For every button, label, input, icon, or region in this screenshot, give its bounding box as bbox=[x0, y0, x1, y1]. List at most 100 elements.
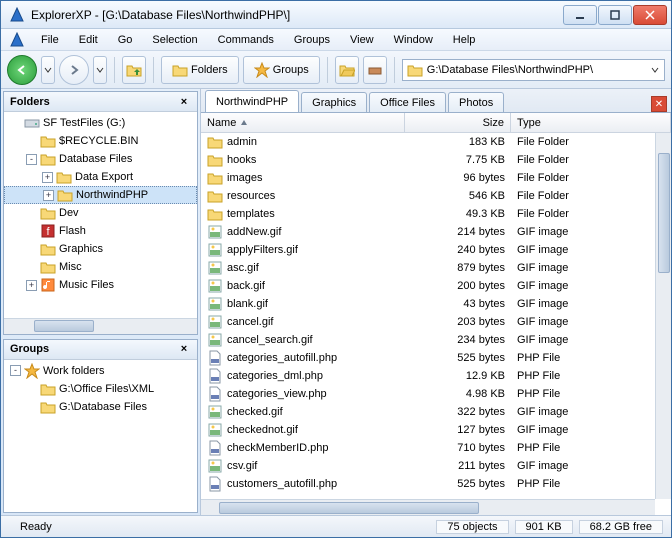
file-row[interactable]: checkednot.gif127 bytesGIF image bbox=[201, 421, 671, 439]
folder-open-icon bbox=[339, 62, 355, 78]
file-row[interactable]: applyFilters.gif240 bytesGIF image bbox=[201, 241, 671, 259]
chevron-down-icon bbox=[44, 66, 52, 74]
file-row[interactable]: categories_autofill.php525 bytesPHP File bbox=[201, 349, 671, 367]
file-row[interactable]: categories_view.php4.98 KBPHP File bbox=[201, 385, 671, 403]
tree-item[interactable]: SF TestFiles (G:) bbox=[4, 114, 197, 132]
folders-label: Folders bbox=[191, 64, 228, 76]
folders-panel-close[interactable]: × bbox=[177, 96, 191, 108]
tree-item[interactable]: +NorthwindPHP bbox=[4, 186, 197, 204]
groups-panel-close[interactable]: × bbox=[177, 343, 191, 355]
close-button[interactable] bbox=[633, 5, 667, 25]
file-row[interactable]: images96 bytesFile Folder bbox=[201, 169, 671, 187]
app-window: ExplorerXP - [G:\Database Files\Northwin… bbox=[0, 0, 672, 538]
file-row[interactable]: hooks7.75 KBFile Folder bbox=[201, 151, 671, 169]
up-button[interactable] bbox=[122, 56, 146, 84]
folder-icon bbox=[407, 62, 423, 78]
main-area: NorthwindPHP Graphics Office Files Photo… bbox=[201, 89, 671, 515]
tool-button[interactable] bbox=[363, 56, 387, 84]
file-row[interactable]: admin183 KBFile Folder bbox=[201, 133, 671, 151]
tree-item[interactable]: fFlash bbox=[4, 222, 197, 240]
tab-3[interactable]: Photos bbox=[448, 92, 504, 112]
folders-icon bbox=[172, 62, 188, 78]
folders-panel-title: Folders bbox=[10, 96, 50, 108]
statusbar: Ready 75 objects 901 KB 68.2 GB free bbox=[1, 515, 671, 537]
minimize-button[interactable] bbox=[563, 5, 597, 25]
menu-go[interactable]: Go bbox=[110, 32, 141, 48]
sort-asc-icon bbox=[240, 119, 248, 127]
groups-toggle[interactable]: Groups bbox=[243, 56, 320, 84]
tab-2[interactable]: Office Files bbox=[369, 92, 446, 112]
groups-panel-title: Groups bbox=[10, 343, 49, 355]
folder-up-icon bbox=[126, 62, 142, 78]
tree-item[interactable]: +Data Export bbox=[4, 168, 197, 186]
arrow-right-icon bbox=[67, 63, 81, 77]
groups-panel-header: Groups × bbox=[4, 340, 197, 360]
menu-file[interactable]: File bbox=[33, 32, 67, 48]
file-row[interactable]: csv.gif211 bytesGIF image bbox=[201, 457, 671, 475]
body: Folders × SF TestFiles (G:)$RECYCLE.BIN-… bbox=[1, 89, 671, 515]
tree-item[interactable]: Graphics bbox=[4, 240, 197, 258]
window-title: ExplorerXP - [G:\Database Files\Northwin… bbox=[31, 8, 563, 22]
status-ready: Ready bbox=[9, 520, 63, 534]
tree-item[interactable]: Dev bbox=[4, 204, 197, 222]
list-header: Name Size Type bbox=[201, 113, 671, 133]
tree-item[interactable]: G:\Database Files bbox=[4, 398, 197, 416]
file-row[interactable]: resources546 KBFile Folder bbox=[201, 187, 671, 205]
col-type[interactable]: Type bbox=[511, 113, 671, 132]
tree-item[interactable]: -Database Files bbox=[4, 150, 197, 168]
address-dropdown[interactable] bbox=[648, 61, 662, 79]
file-row[interactable]: cancel.gif203 bytesGIF image bbox=[201, 313, 671, 331]
groups-label: Groups bbox=[273, 64, 309, 76]
file-row[interactable]: customers_autofill.php525 bytesPHP File bbox=[201, 475, 671, 493]
file-row[interactable]: checkMemberID.php710 bytesPHP File bbox=[201, 439, 671, 457]
open-folder-button[interactable] bbox=[335, 56, 359, 84]
tree-item[interactable]: -Work folders bbox=[4, 362, 197, 380]
back-dropdown[interactable] bbox=[41, 56, 55, 84]
address-bar[interactable]: G:\Database Files\NorthwindPHP\ bbox=[402, 59, 665, 81]
list-vscroll[interactable] bbox=[655, 133, 671, 499]
tree-item[interactable]: $RECYCLE.BIN bbox=[4, 132, 197, 150]
maximize-button[interactable] bbox=[598, 5, 632, 25]
col-name[interactable]: Name bbox=[201, 113, 405, 132]
app-icon-small bbox=[9, 32, 25, 48]
file-row[interactable]: asc.gif879 bytesGIF image bbox=[201, 259, 671, 277]
menu-window[interactable]: Window bbox=[386, 32, 441, 48]
file-row[interactable]: cancel_search.gif234 bytesGIF image bbox=[201, 331, 671, 349]
tree-item[interactable]: G:\Office Files\XML bbox=[4, 380, 197, 398]
titlebar: ExplorerXP - [G:\Database Files\Northwin… bbox=[1, 1, 671, 29]
folders-toggle[interactable]: Folders bbox=[161, 56, 239, 84]
col-size[interactable]: Size bbox=[405, 113, 511, 132]
folder-tree[interactable]: SF TestFiles (G:)$RECYCLE.BIN-Database F… bbox=[4, 112, 197, 318]
tool-icon bbox=[367, 62, 383, 78]
left-sidebar: Folders × SF TestFiles (G:)$RECYCLE.BIN-… bbox=[1, 89, 201, 515]
list-hscroll[interactable] bbox=[201, 499, 655, 515]
star-icon bbox=[254, 62, 270, 78]
tree-item[interactable]: +Music Files bbox=[4, 276, 197, 294]
chevron-down-icon bbox=[96, 66, 104, 74]
folders-panel: Folders × SF TestFiles (G:)$RECYCLE.BIN-… bbox=[3, 91, 198, 335]
menu-selection[interactable]: Selection bbox=[144, 32, 205, 48]
menu-help[interactable]: Help bbox=[445, 32, 484, 48]
forward-dropdown[interactable] bbox=[93, 56, 107, 84]
file-row[interactable]: templates49.3 KBFile Folder bbox=[201, 205, 671, 223]
menu-edit[interactable]: Edit bbox=[71, 32, 106, 48]
file-row[interactable]: blank.gif43 bytesGIF image bbox=[201, 295, 671, 313]
menu-view[interactable]: View bbox=[342, 32, 382, 48]
file-row[interactable]: checked.gif322 bytesGIF image bbox=[201, 403, 671, 421]
tree-item[interactable]: Misc bbox=[4, 258, 197, 276]
file-row[interactable]: addNew.gif214 bytesGIF image bbox=[201, 223, 671, 241]
folders-hscroll[interactable] bbox=[4, 318, 197, 334]
arrow-left-icon bbox=[15, 63, 29, 77]
file-row[interactable]: back.gif200 bytesGIF image bbox=[201, 277, 671, 295]
tab-1[interactable]: Graphics bbox=[301, 92, 367, 112]
menu-commands[interactable]: Commands bbox=[210, 32, 282, 48]
tab-close[interactable]: ✕ bbox=[651, 96, 667, 112]
back-button[interactable] bbox=[7, 55, 37, 85]
forward-button[interactable] bbox=[59, 55, 89, 85]
tab-0[interactable]: NorthwindPHP bbox=[205, 90, 299, 112]
toolbar: Folders Groups G:\Database Files\Northwi… bbox=[1, 51, 671, 89]
file-row[interactable]: categories_dml.php12.9 KBPHP File bbox=[201, 367, 671, 385]
menu-groups[interactable]: Groups bbox=[286, 32, 338, 48]
file-list[interactable]: admin183 KBFile Folderhooks7.75 KBFile F… bbox=[201, 133, 671, 515]
groups-tree[interactable]: -Work foldersG:\Office Files\XMLG:\Datab… bbox=[4, 360, 197, 513]
